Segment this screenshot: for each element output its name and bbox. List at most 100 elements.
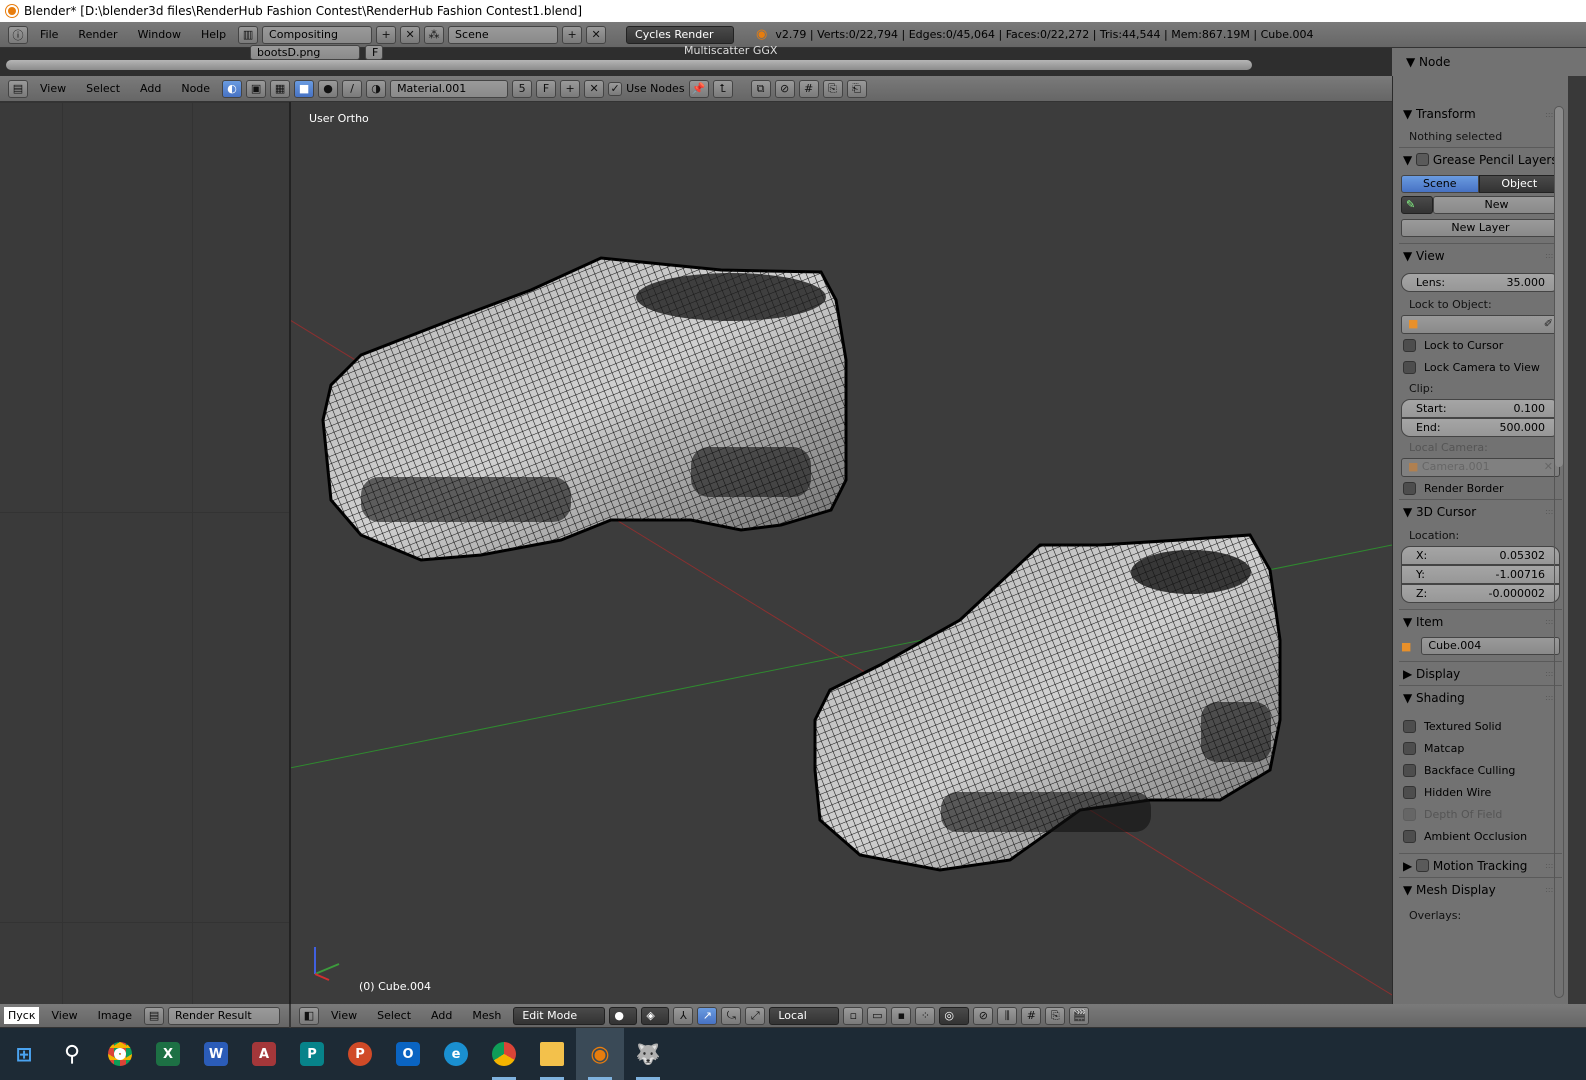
image-name-field[interactable]: bootsD.png xyxy=(250,45,360,60)
material-users[interactable]: 5 xyxy=(512,79,533,98)
fake-user-button[interactable]: F xyxy=(365,45,383,60)
windows-start-icon[interactable]: ⊞ xyxy=(0,1028,48,1080)
edge-icon[interactable]: e xyxy=(432,1028,480,1080)
menu-window[interactable]: Window xyxy=(130,28,189,41)
lens-field[interactable]: Lens: 35.000 xyxy=(1401,273,1560,292)
cursor-z-field[interactable]: Z: -0.000002 xyxy=(1401,584,1560,603)
clip-end-field[interactable]: End: 500.000 xyxy=(1401,418,1560,437)
limit-selection-icon[interactable]: ⁘ xyxy=(915,1006,936,1025)
menu-view[interactable]: View xyxy=(323,1009,365,1022)
object-shader-icon[interactable]: ■ xyxy=(294,79,315,98)
remove-scene-icon[interactable]: ✕ xyxy=(586,25,607,44)
mode-select[interactable]: Edit Mode xyxy=(513,1006,606,1025)
lock-to-cursor-checkbox[interactable]: Lock to Cursor xyxy=(1401,334,1560,356)
eyedropper-icon[interactable]: ✐ xyxy=(1544,316,1553,332)
panel-transform[interactable]: ▼ Transform:::: xyxy=(1399,102,1562,126)
new-layer-button[interactable]: New Layer xyxy=(1401,219,1560,237)
chrome-profile-icon[interactable] xyxy=(480,1028,528,1080)
paste-node-icon[interactable]: ⎗ xyxy=(846,79,867,98)
viewport-shading-icon[interactable]: ● xyxy=(609,1006,638,1025)
backdrop-icon[interactable]: ⧉ xyxy=(750,79,771,98)
world-shader-icon[interactable]: ● xyxy=(318,79,339,98)
menu-file[interactable]: File xyxy=(32,28,66,41)
screen-layout-field[interactable]: Compositing xyxy=(262,25,373,44)
menu-add[interactable]: Add xyxy=(132,82,169,95)
render-anim-icon[interactable]: 🎬 xyxy=(1069,1006,1090,1025)
snap-icon[interactable]: ⊘ xyxy=(774,79,795,98)
access-icon[interactable]: A xyxy=(240,1028,288,1080)
add-layout-icon[interactable]: + xyxy=(376,25,397,44)
3d-viewport[interactable]: User Ortho (0) Cube.004 xyxy=(291,102,1392,1004)
tab-object[interactable]: Object xyxy=(1478,175,1560,193)
clip-start-field[interactable]: Start: 0.100 xyxy=(1401,399,1560,418)
motion-tracking-checkbox[interactable] xyxy=(1416,859,1430,872)
unlink-material-icon[interactable]: ✕ xyxy=(584,79,605,98)
outlook-icon[interactable]: O xyxy=(384,1028,432,1080)
snap-element-icon[interactable]: ⫼ xyxy=(997,1006,1018,1025)
powerpoint-icon[interactable]: P xyxy=(336,1028,384,1080)
material-fake-user[interactable]: F xyxy=(536,79,557,98)
panel-motion-tracking[interactable]: ▶ Motion Tracking:::: xyxy=(1399,853,1562,877)
rotate-icon[interactable]: ⤿ xyxy=(721,1006,742,1025)
render-border-checkbox[interactable]: Render Border xyxy=(1401,477,1560,499)
chrome-icon[interactable] xyxy=(96,1028,144,1080)
editor-type-icon[interactable]: ◧ xyxy=(299,1006,319,1025)
menu-node[interactable]: Node xyxy=(173,82,218,95)
add-material-icon[interactable]: + xyxy=(560,79,581,98)
scene-field[interactable]: Scene xyxy=(448,25,559,44)
cursor-x-field[interactable]: X: 0.05302 xyxy=(1401,546,1560,565)
scene-icon[interactable]: ⁂ xyxy=(424,25,445,44)
publisher-icon[interactable]: P xyxy=(288,1028,336,1080)
ambient-occlusion-checkbox[interactable]: Ambient Occlusion xyxy=(1401,825,1560,847)
snap-target-icon[interactable]: # xyxy=(1021,1006,1042,1025)
render-engine-select[interactable]: Cycles Render xyxy=(626,25,735,44)
add-scene-icon[interactable]: + xyxy=(562,25,583,44)
menu-render[interactable]: Render xyxy=(70,28,125,41)
edge-select-icon[interactable]: ▭ xyxy=(867,1006,888,1025)
compositing-nodes-icon[interactable]: ▣ xyxy=(246,79,267,98)
menu-add[interactable]: Add xyxy=(423,1009,460,1022)
tab-scene[interactable]: Scene xyxy=(1401,175,1479,193)
face-select-icon[interactable]: ▪ xyxy=(891,1006,912,1025)
search-icon[interactable]: ⚲ xyxy=(48,1028,96,1080)
backface-culling-checkbox[interactable]: Backface Culling xyxy=(1401,759,1560,781)
material-field[interactable]: Material.001 xyxy=(390,79,509,98)
info-editor-type-icon[interactable]: ⓘ xyxy=(8,25,28,44)
proportional-edit-icon[interactable]: ◎ xyxy=(939,1006,970,1025)
material-icon[interactable]: ◑ xyxy=(366,79,387,98)
menu-select[interactable]: Select xyxy=(369,1009,419,1022)
menu-select[interactable]: Select xyxy=(78,82,128,95)
manipulator-icon[interactable]: ⅄ xyxy=(673,1006,694,1025)
texture-nodes-icon[interactable]: ▦ xyxy=(270,79,291,98)
orientation-select[interactable]: Local xyxy=(769,1006,840,1025)
vertex-select-icon[interactable]: ▫ xyxy=(843,1006,864,1025)
file-explorer-icon[interactable] xyxy=(528,1028,576,1080)
lock-camera-checkbox[interactable]: Lock Camera to View xyxy=(1401,356,1560,378)
menu-image[interactable]: Image xyxy=(90,1009,140,1022)
panel-grease-pencil[interactable]: ▼ Grease Pencil Layers xyxy=(1399,147,1562,171)
matcap-checkbox[interactable]: Matcap xyxy=(1401,737,1560,759)
scale-icon[interactable]: ⤢ xyxy=(745,1006,766,1025)
render-image-icon[interactable]: ⎘ xyxy=(1045,1006,1066,1025)
editor-type-icon[interactable]: ▤ xyxy=(8,79,28,98)
image-browse-icon[interactable]: ▤ xyxy=(144,1006,165,1025)
hidden-wire-checkbox[interactable]: Hidden Wire xyxy=(1401,781,1560,803)
lock-object-field[interactable]: ■ ✐ xyxy=(1401,315,1560,334)
snap-icon[interactable]: ⊘ xyxy=(973,1006,994,1025)
layout-icon[interactable]: ▥ xyxy=(238,25,259,44)
gimp-icon[interactable]: 🐺 xyxy=(624,1028,672,1080)
image-editor-area[interactable] xyxy=(0,102,289,1004)
menu-mesh[interactable]: Mesh xyxy=(464,1009,509,1022)
panel-3d-cursor[interactable]: ▼ 3D Cursor:::: xyxy=(1399,499,1562,523)
grease-pencil-checkbox[interactable] xyxy=(1416,153,1430,166)
menu-view[interactable]: View xyxy=(32,82,74,95)
use-nodes-checkbox[interactable]: ✓ xyxy=(608,81,623,96)
start-button[interactable]: Пуск xyxy=(4,1007,40,1024)
new-gpencil-button[interactable]: New xyxy=(1433,196,1560,214)
shader-nodes-icon[interactable]: ◐ xyxy=(222,79,243,98)
panel-view[interactable]: ▼ View:::: xyxy=(1399,243,1562,267)
panel-shading[interactable]: ▼ Shading:::: xyxy=(1399,685,1562,709)
item-name-field[interactable]: Cube.004 xyxy=(1421,637,1560,655)
parent-node-tree-icon[interactable]: ⮤ xyxy=(712,79,733,98)
panel-mesh-display[interactable]: ▼ Mesh Display:::: xyxy=(1399,877,1562,901)
